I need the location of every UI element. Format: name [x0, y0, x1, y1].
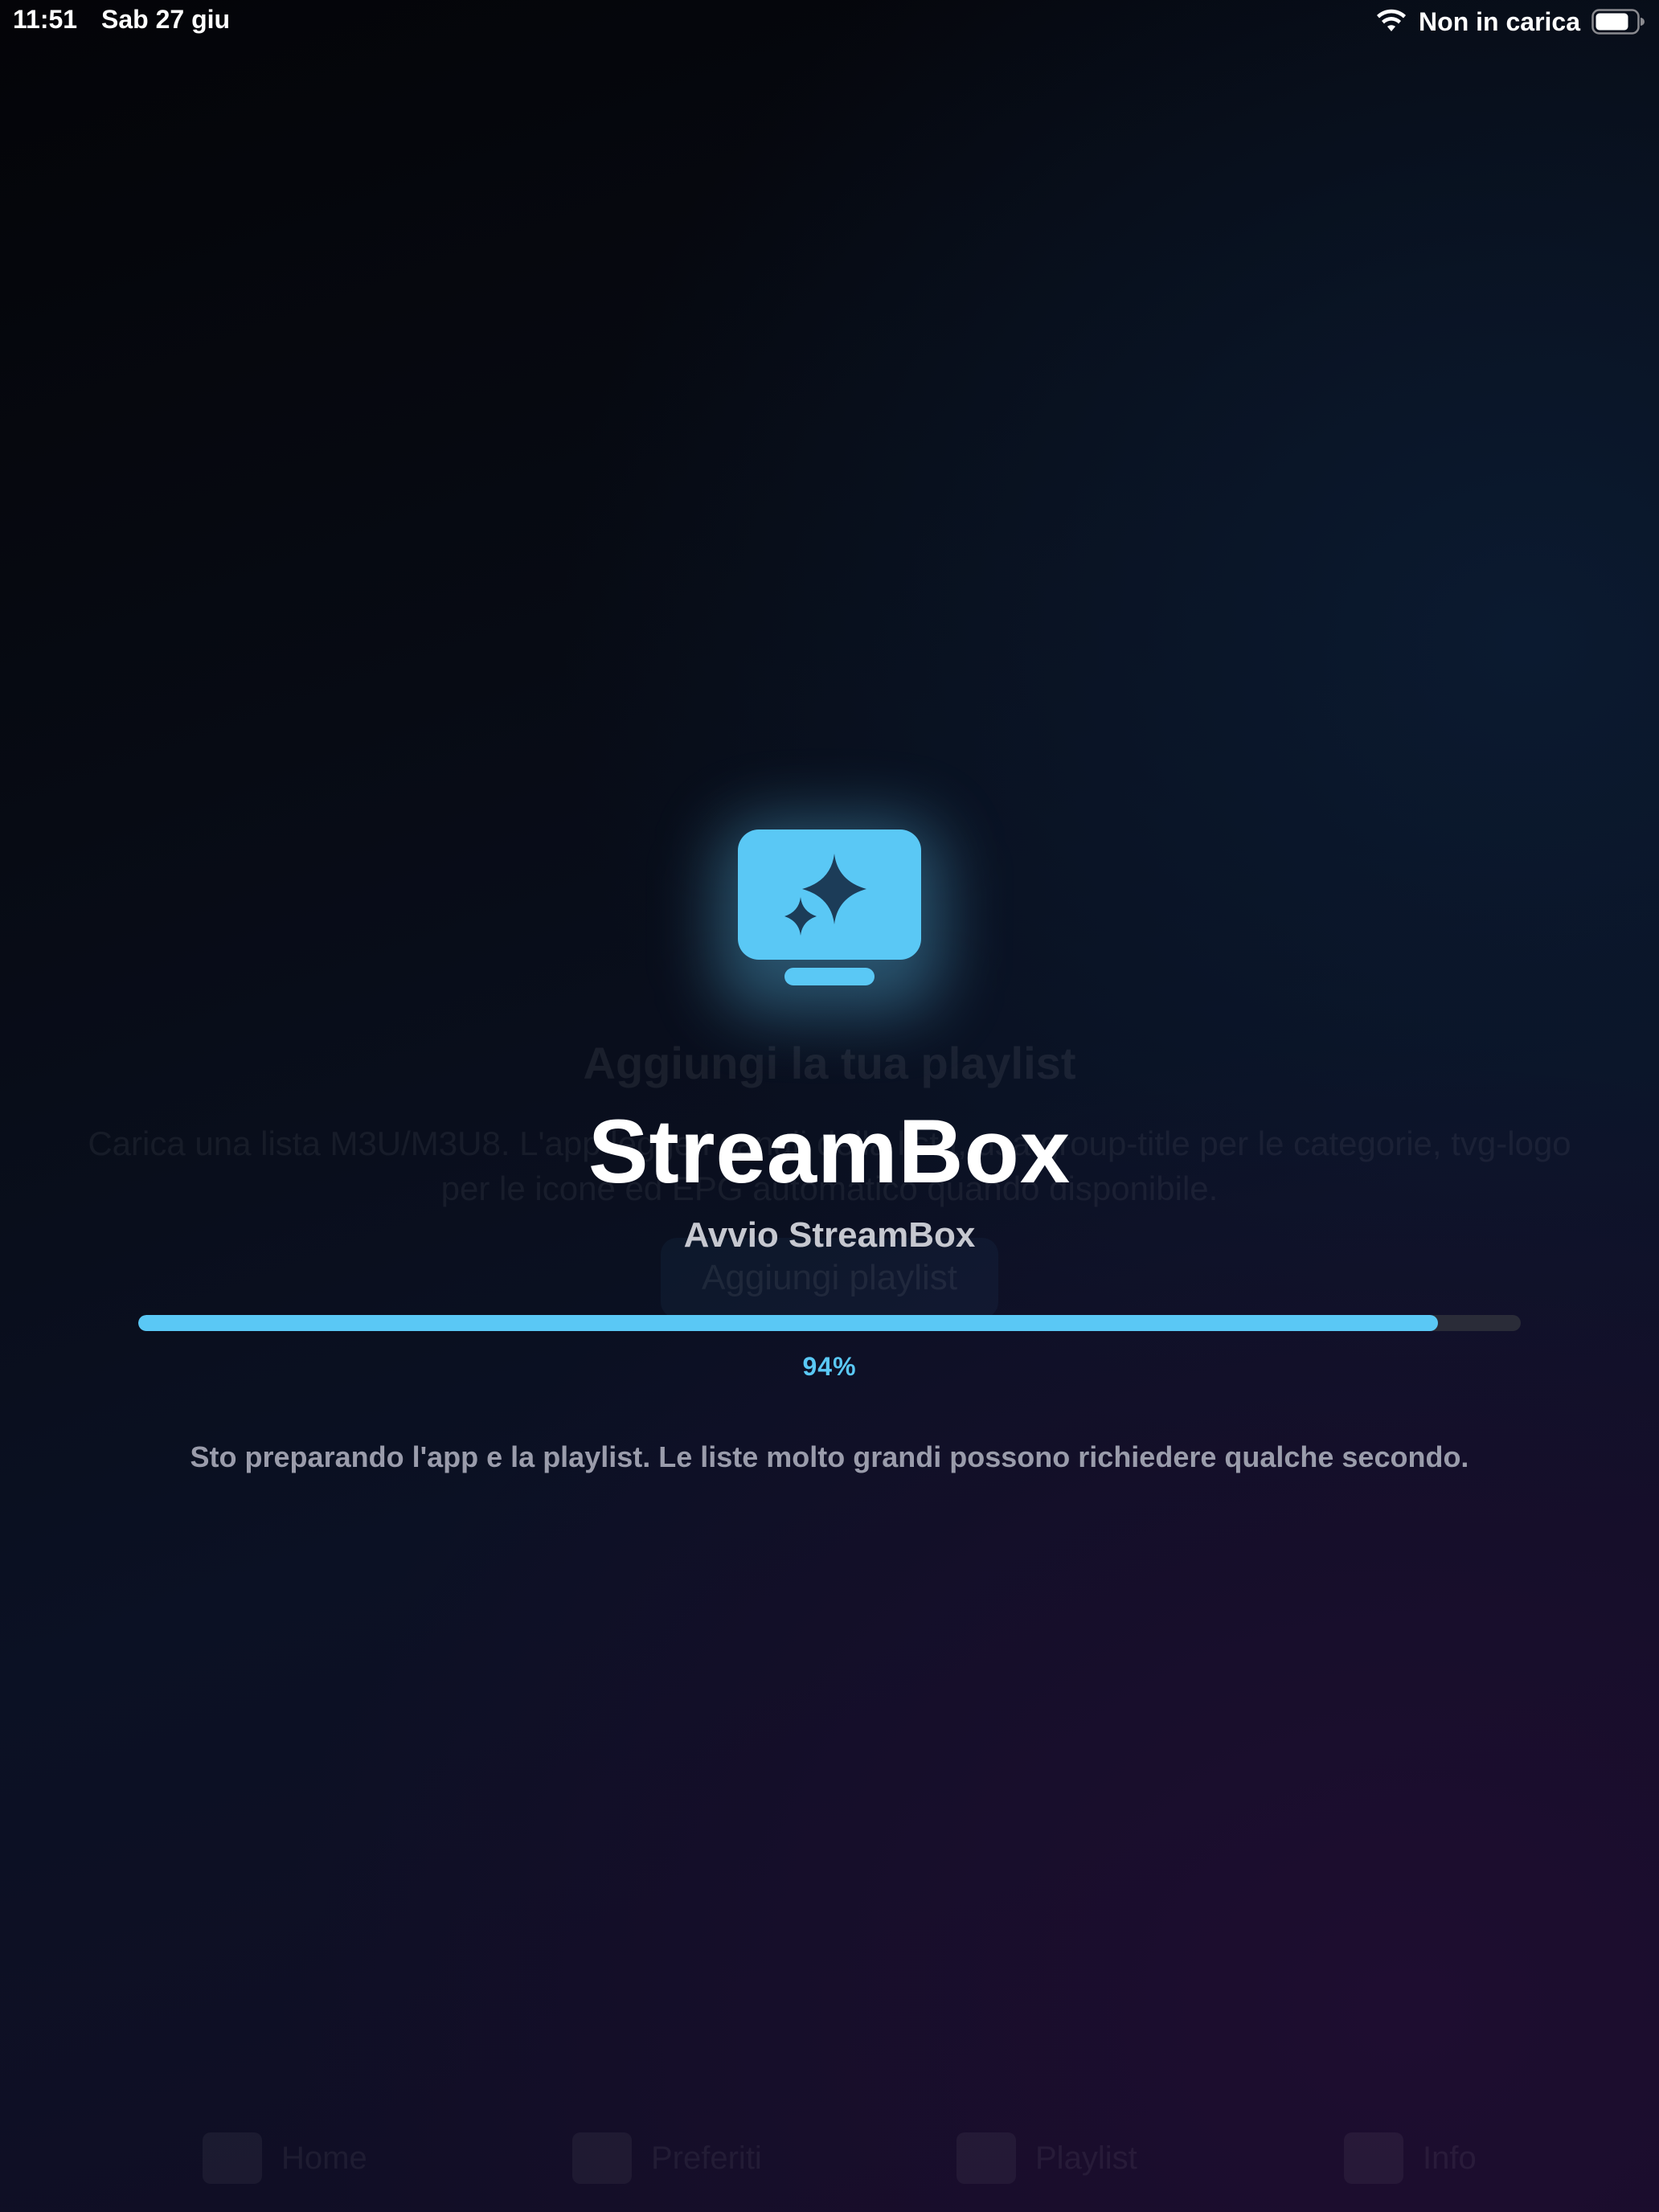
star-icon	[572, 2132, 632, 2184]
tab-label: Home	[281, 2140, 367, 2176]
status-right: Non in carica	[1375, 5, 1645, 39]
tab-playlist: Playlist	[956, 2122, 1137, 2194]
folder-icon	[956, 2132, 1016, 2184]
tab-home: Home	[203, 2122, 367, 2194]
status-time: 11:51	[13, 5, 78, 34]
app-logo	[707, 812, 952, 1021]
background-title: Aggiungi la tua playlist	[583, 1038, 1076, 1088]
progress-percent: 94%	[802, 1352, 857, 1381]
tab-label: Playlist	[1035, 2140, 1137, 2176]
loading-message: Sto preparando l'app e la playlist. Le l…	[190, 1440, 1469, 1473]
status-date: Sab 27 giu	[101, 5, 231, 34]
wifi-icon	[1375, 9, 1407, 35]
tab-info: Info	[1344, 2122, 1477, 2194]
battery-icon	[1591, 9, 1645, 35]
background-tab-bar: Home Preferiti Playlist Info	[0, 2122, 1659, 2194]
tab-label: Info	[1423, 2140, 1477, 2176]
tv-sparkles-icon	[738, 830, 921, 985]
tab-favorites: Preferiti	[572, 2122, 762, 2194]
tv-icon	[203, 2132, 262, 2184]
charging-status: Non in carica	[1419, 6, 1580, 36]
shield-icon	[1344, 2132, 1403, 2184]
loading-subtitle: Avvio StreamBox	[683, 1215, 976, 1255]
progress-bar	[138, 1315, 1521, 1331]
progress-fill	[138, 1315, 1438, 1331]
app-title: StreamBox	[588, 1101, 1071, 1202]
tab-label: Preferiti	[651, 2140, 762, 2176]
status-bar: 11:51 Sab 27 giu Non in carica	[0, 0, 1659, 43]
